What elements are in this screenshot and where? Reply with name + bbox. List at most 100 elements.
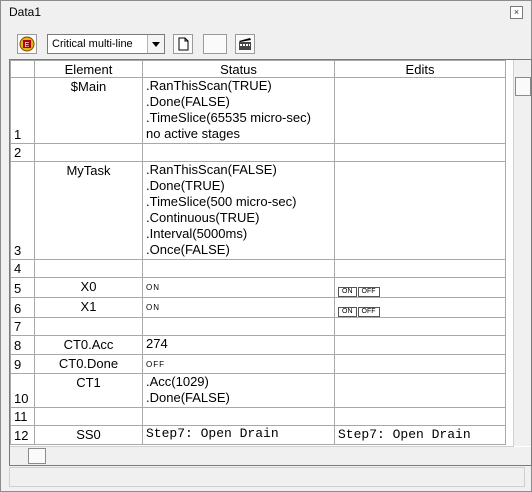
- status-cell: [142, 317, 335, 336]
- element-cell[interactable]: $Main: [34, 77, 143, 144]
- status-cell: [142, 143, 335, 162]
- edits-cell[interactable]: [334, 161, 506, 260]
- element-cell[interactable]: X1: [34, 297, 143, 318]
- status-cell: 274: [142, 335, 335, 355]
- row-number: 10: [10, 373, 35, 408]
- status-cell: .RanThisScan(TRUE) .Done(FALSE) .TimeSli…: [142, 77, 335, 144]
- new-page-icon[interactable]: [173, 34, 193, 54]
- row-number: 8: [10, 335, 35, 355]
- table-row[interactable]: 4: [10, 259, 506, 278]
- status-cell: ON: [142, 277, 335, 298]
- horizontal-scrollbar[interactable]: [10, 446, 514, 465]
- element-cell[interactable]: CT0.Acc: [34, 335, 143, 355]
- edits-cell[interactable]: [334, 259, 506, 278]
- status-line: .RanThisScan(FALSE): [146, 162, 277, 177]
- status-line: .Done(FALSE): [146, 390, 230, 405]
- header-row: Element Status Edits: [10, 60, 506, 78]
- row-number: 4: [10, 259, 35, 278]
- edits-cell: ON OFF: [334, 297, 506, 318]
- table-row[interactable]: 12 SS0 Step7: Open Drain Step7: Open Dra…: [10, 425, 506, 445]
- status-line: .Done(FALSE): [146, 94, 230, 109]
- chevron-down-icon[interactable]: [147, 35, 164, 53]
- off-button[interactable]: OFF: [357, 287, 380, 297]
- on-button[interactable]: ON: [338, 307, 357, 317]
- row-number: 7: [10, 317, 35, 336]
- edits-cell[interactable]: [334, 143, 506, 162]
- table-row[interactable]: 8 CT0.Acc 274: [10, 335, 506, 355]
- table-row[interactable]: 11: [10, 407, 506, 426]
- close-icon[interactable]: ×: [510, 6, 523, 19]
- element-cell[interactable]: MyTask: [34, 161, 143, 260]
- table-row[interactable]: 6 X1 ON ON OFF: [10, 297, 506, 318]
- table-row[interactable]: 10 CT1 .Acc(1029) .Done(FALSE): [10, 373, 506, 408]
- table-row[interactable]: 9 CT0.Done OFF: [10, 354, 506, 374]
- blank-icon[interactable]: [203, 34, 227, 54]
- data-window: Data1 × E Critical multi-line Element St…: [0, 0, 532, 492]
- status-line: .TimeSlice(65535 micro-sec): [146, 110, 311, 125]
- status-cell: [142, 259, 335, 278]
- element-cell[interactable]: [34, 407, 143, 426]
- row-number: 5: [10, 277, 35, 298]
- status-value: OFF: [146, 360, 165, 369]
- status-cell: ON: [142, 297, 335, 318]
- row-number: 9: [10, 354, 35, 374]
- status-line: .TimeSlice(500 micro-sec): [146, 194, 297, 209]
- element-cell[interactable]: X0: [34, 277, 143, 298]
- row-number: 1: [10, 77, 35, 144]
- scrollbar-corner: [514, 447, 531, 465]
- table-row[interactable]: 1 $Main .RanThisScan(TRUE) .Done(FALSE) …: [10, 77, 506, 144]
- edits-cell[interactable]: [334, 373, 506, 408]
- status-value: ON: [146, 283, 160, 292]
- row-number: 12: [10, 425, 35, 445]
- table-row[interactable]: 5 X0 ON ON OFF: [10, 277, 506, 298]
- column-header-element[interactable]: Element: [34, 60, 143, 78]
- status-bar: [9, 467, 525, 487]
- status-cell: Step7: Open Drain: [142, 425, 335, 445]
- horizontal-scroll-thumb[interactable]: [28, 448, 46, 464]
- element-cell[interactable]: [34, 259, 143, 278]
- element-cell[interactable]: [34, 317, 143, 336]
- edits-cell[interactable]: [334, 407, 506, 426]
- film-clapper-icon[interactable]: [235, 34, 255, 54]
- edits-cell[interactable]: [334, 335, 506, 355]
- status-value: ON: [146, 303, 160, 312]
- status-line: .Done(TRUE): [146, 178, 225, 193]
- off-button[interactable]: OFF: [357, 307, 380, 317]
- data-table: Element Status Edits 1 $Main .RanThisSca…: [10, 60, 506, 445]
- status-line: .Interval(5000ms): [146, 226, 248, 241]
- vertical-scrollbar[interactable]: [513, 60, 531, 446]
- vertical-scroll-thumb[interactable]: [515, 77, 531, 96]
- edits-cell[interactable]: [334, 354, 506, 374]
- status-line: .Acc(1029): [146, 374, 209, 389]
- status-cell: .Acc(1029) .Done(FALSE): [142, 373, 335, 408]
- corner-header: [10, 60, 35, 78]
- status-line: .Once(FALSE): [146, 242, 230, 257]
- row-number: 2: [10, 143, 35, 162]
- edits-cell[interactable]: Step7: Open Drain: [334, 425, 506, 445]
- element-cell[interactable]: CT0.Done: [34, 354, 143, 374]
- status-line: .RanThisScan(TRUE): [146, 78, 272, 93]
- stop-icon[interactable]: E: [17, 34, 37, 54]
- column-header-edits[interactable]: Edits: [334, 60, 506, 78]
- on-button[interactable]: ON: [338, 287, 357, 297]
- element-cell[interactable]: CT1: [34, 373, 143, 408]
- status-cell: .RanThisScan(FALSE) .Done(TRUE) .TimeSli…: [142, 161, 335, 260]
- row-number: 11: [10, 407, 35, 426]
- table-row[interactable]: 7: [10, 317, 506, 336]
- row-number: 6: [10, 297, 35, 318]
- data-grid: Element Status Edits 1 $Main .RanThisSca…: [9, 59, 532, 466]
- element-cell[interactable]: [34, 143, 143, 162]
- row-number: 3: [10, 161, 35, 260]
- element-cell[interactable]: SS0: [34, 425, 143, 445]
- status-cell: OFF: [142, 354, 335, 374]
- column-header-status[interactable]: Status: [142, 60, 335, 78]
- mode-select[interactable]: Critical multi-line: [47, 34, 165, 54]
- edits-cell[interactable]: [334, 317, 506, 336]
- table-row[interactable]: 3 MyTask .RanThisScan(FALSE) .Done(TRUE)…: [10, 161, 506, 260]
- mode-select-value: Critical multi-line: [52, 38, 133, 50]
- title-bar: Data1 ×: [1, 1, 531, 23]
- table-row[interactable]: 2: [10, 143, 506, 162]
- status-cell: [142, 407, 335, 426]
- on-off-toggle: ON OFF: [338, 281, 381, 297]
- edits-cell[interactable]: [334, 77, 506, 144]
